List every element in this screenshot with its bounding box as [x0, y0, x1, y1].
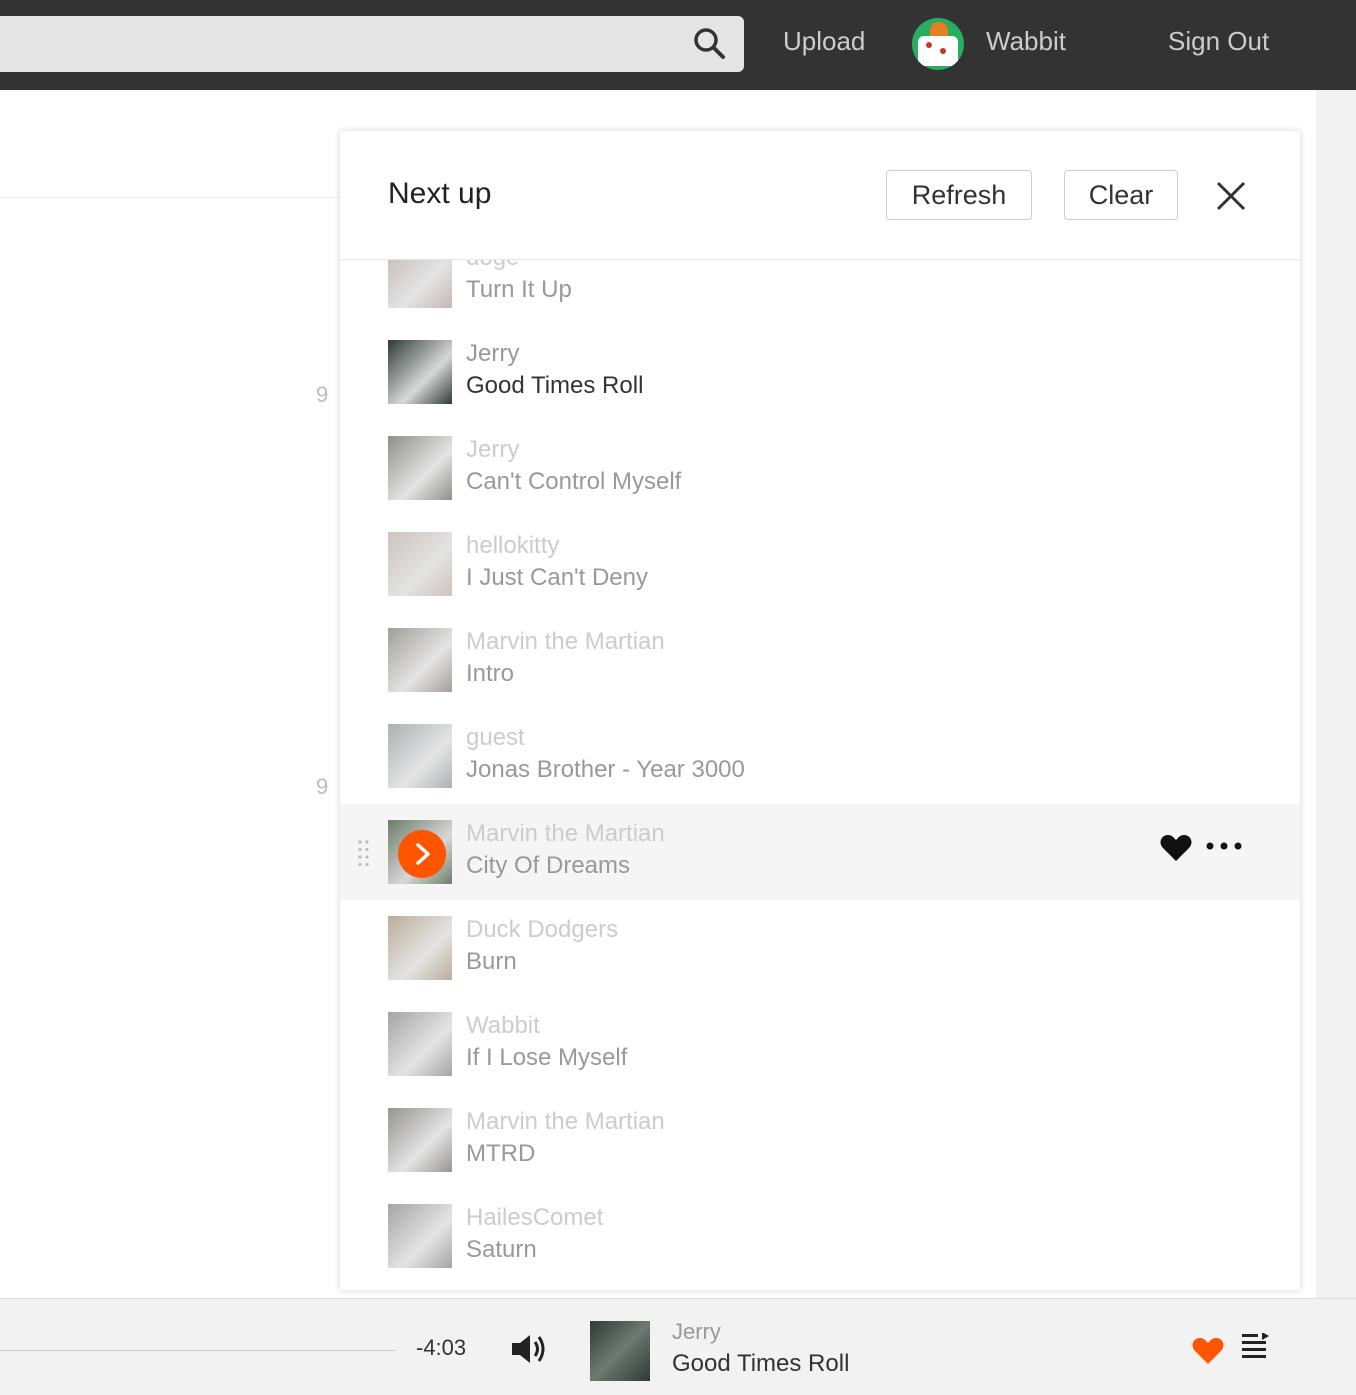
- username-link[interactable]: Wabbit: [986, 26, 1066, 57]
- search-input[interactable]: [0, 16, 744, 72]
- play-icon[interactable]: [398, 830, 446, 878]
- queue-item[interactable]: Jerry Can't Control Myself: [340, 420, 1300, 516]
- queue-item[interactable]: Duck Dodgers Burn: [340, 900, 1300, 996]
- track-artist[interactable]: Marvin the Martian: [466, 820, 665, 848]
- background-number: 9: [316, 382, 329, 407]
- track-title[interactable]: Good Times Roll: [466, 372, 643, 400]
- queue-item[interactable]: hellokitty I Just Can't Deny: [340, 516, 1300, 612]
- queue-list: dogeTurn It UpJerryGood Times RollJerryC…: [340, 244, 1300, 1290]
- queue-item[interactable]: Marvin the Martian City Of Dreams: [340, 804, 1300, 900]
- queue-item[interactable]: Jerry Good Times Roll: [340, 324, 1300, 420]
- more-options-icon[interactable]: [1206, 840, 1242, 852]
- top-bar: Upload Wabbit Sign Out: [0, 0, 1356, 90]
- search-icon[interactable]: [692, 26, 726, 60]
- queue-item[interactable]: Wabbit If I Lose Myself: [340, 996, 1300, 1092]
- avatar[interactable]: [912, 18, 964, 70]
- track-title[interactable]: Burn: [466, 948, 517, 976]
- track-title[interactable]: Saturn: [466, 1236, 537, 1264]
- track-artwork[interactable]: [388, 724, 452, 788]
- next-up-panel: Next up Refresh Clear dogeTurn It UpJerr…: [340, 131, 1300, 1290]
- track-artist[interactable]: Marvin the Martian: [466, 628, 665, 656]
- clear-button[interactable]: Clear: [1064, 170, 1178, 220]
- progress-bar[interactable]: [0, 1350, 396, 1351]
- track-artwork[interactable]: [388, 340, 452, 404]
- track-title[interactable]: Can't Control Myself: [466, 468, 681, 496]
- track-title[interactable]: Turn It Up: [466, 276, 572, 304]
- track-artist[interactable]: HailesComet: [466, 1204, 603, 1232]
- player-bar: -4:03 Jerry Good Times Roll: [0, 1298, 1356, 1395]
- queue-icon[interactable]: [1240, 1333, 1270, 1363]
- track-title[interactable]: Intro: [466, 660, 514, 688]
- track-artwork[interactable]: [388, 1108, 452, 1172]
- track-artwork[interactable]: [388, 1012, 452, 1076]
- refresh-button[interactable]: Refresh: [886, 170, 1032, 220]
- track-title[interactable]: MTRD: [466, 1140, 535, 1168]
- track-artist[interactable]: Wabbit: [466, 1012, 540, 1040]
- track-title[interactable]: City Of Dreams: [466, 852, 630, 880]
- queue-item[interactable]: guest Jonas Brother - Year 3000: [340, 708, 1300, 804]
- queue-item[interactable]: HailesComet Saturn: [340, 1188, 1300, 1284]
- background-number: 9: [316, 774, 329, 799]
- track-title[interactable]: Jonas Brother - Year 3000: [466, 756, 745, 784]
- track-title[interactable]: I Just Can't Deny: [466, 564, 648, 592]
- track-artist[interactable]: Duck Dodgers: [466, 916, 618, 944]
- time-remaining: -4:03: [416, 1335, 467, 1360]
- track-artist[interactable]: Jerry: [466, 340, 519, 368]
- drag-handle-icon[interactable]: [358, 840, 370, 868]
- upload-link[interactable]: Upload: [783, 26, 865, 57]
- track-artwork[interactable]: [388, 436, 452, 500]
- like-heart-icon[interactable]: [1192, 1337, 1224, 1365]
- background-divider: [0, 197, 340, 198]
- track-artist[interactable]: guest: [466, 724, 525, 752]
- track-artist[interactable]: hellokitty: [466, 532, 559, 560]
- now-playing-title[interactable]: Good Times Roll: [672, 1350, 849, 1378]
- track-title[interactable]: If I Lose Myself: [466, 1044, 627, 1072]
- queue-item[interactable]: Marvin the Martian Intro: [340, 612, 1300, 708]
- panel-header: Next up Refresh Clear: [340, 131, 1300, 260]
- now-playing-artwork[interactable]: [590, 1321, 650, 1381]
- queue-item[interactable]: Marvin the Martian MTRD: [340, 1092, 1300, 1188]
- close-icon[interactable]: [1214, 179, 1248, 213]
- now-playing-artist[interactable]: Jerry: [672, 1319, 721, 1345]
- sign-out-link[interactable]: Sign Out: [1168, 26, 1269, 57]
- track-artwork[interactable]: [388, 1204, 452, 1268]
- track-artwork[interactable]: [388, 628, 452, 692]
- like-heart-icon[interactable]: [1160, 834, 1192, 862]
- track-artwork[interactable]: [388, 532, 452, 596]
- track-artist[interactable]: Jerry: [466, 436, 519, 464]
- page-scrollbar[interactable]: [1316, 90, 1356, 1298]
- track-artwork[interactable]: [388, 916, 452, 980]
- track-artist[interactable]: Marvin the Martian: [466, 1108, 665, 1136]
- volume-icon[interactable]: [510, 1332, 548, 1366]
- panel-title: Next up: [388, 177, 492, 210]
